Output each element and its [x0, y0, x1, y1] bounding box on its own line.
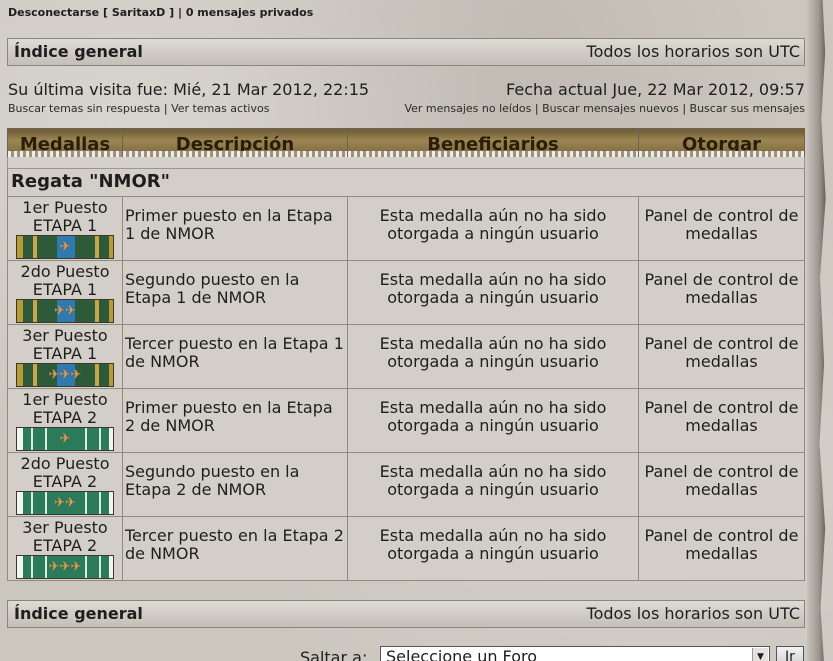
header-medallas: Medallas: [7, 128, 123, 158]
award-link[interactable]: Panel de control de medallas: [645, 206, 799, 243]
medal-beneficiaries: Esta medalla aún no ha sido otorgada a n…: [347, 324, 639, 389]
medal-ribbon-icon: ✈✈: [16, 299, 114, 323]
medal-beneficiaries: Esta medalla aún no ha sido otorgada a n…: [347, 196, 639, 261]
medal-name: 2do Puesto ETAPA 2: [20, 454, 110, 491]
logout-link[interactable]: Desconectarse [ SaritaxD ]: [8, 6, 174, 19]
award-link[interactable]: Panel de control de medallas: [645, 334, 799, 371]
table-row: 1er Puesto ETAPA 2 ✈ Primer puesto en la …: [7, 388, 805, 453]
table-row: 3er Puesto ETAPA 1 ✈✈✈ Tercer puesto en l…: [7, 324, 805, 389]
current-date: Fecha actual Jue, 22 Mar 2012, 09:57: [506, 80, 805, 99]
medal-beneficiaries: Esta medalla aún no ha sido otorgada a n…: [347, 516, 639, 581]
medal-ribbon-icon: ✈✈✈: [16, 555, 114, 579]
header-beneficiarios: Beneficiarios: [347, 128, 639, 158]
medal-ribbon-icon: ✈✈: [16, 491, 114, 515]
timezone-text: Todos los horarios son UTC: [586, 42, 800, 61]
go-button[interactable]: Ir: [776, 646, 804, 661]
forum-select-value: Seleccione un Foro: [386, 647, 537, 661]
medal-description: Primer puesto en la Etapa 1 de NMOR: [122, 196, 348, 261]
timezone-text: Todos los horarios son UTC: [586, 604, 800, 623]
header-otorgar: Otorgar: [638, 128, 805, 158]
navbar-bottom: Índice general Todos los horarios son UT…: [7, 600, 805, 628]
medal-ribbon-icon: ✈: [16, 235, 114, 259]
medal-description: Segundo puesto en la Etapa 2 de NMOR: [122, 452, 348, 517]
medal-description: Primer puesto en la Etapa 2 de NMOR: [122, 388, 348, 453]
index-link[interactable]: Índice general: [14, 601, 143, 627]
table-row: 2do Puesto ETAPA 2 ✈✈ Segundo puesto en l…: [7, 452, 805, 517]
last-visit: Su última visita fue: Mié, 21 Mar 2012, …: [8, 80, 370, 99]
new-posts-link[interactable]: Buscar mensajes nuevos: [542, 102, 679, 115]
medals-table: Medallas Descripción Beneficiarios Otorg…: [7, 128, 805, 581]
medal-name: 3er Puesto ETAPA 1: [22, 326, 108, 363]
medal-description: Tercer puesto en la Etapa 2 de NMOR: [122, 516, 348, 581]
chevron-down-icon[interactable]: ▼: [752, 648, 768, 661]
user-bar: Desconectarse [ SaritaxD ] | 0 mensajes …: [8, 6, 313, 19]
award-link[interactable]: Panel de control de medallas: [645, 270, 799, 307]
unanswered-topics-link[interactable]: Buscar temas sin respuesta: [8, 102, 160, 115]
medal-name: 2do Puesto ETAPA 1: [20, 262, 110, 299]
unread-posts-link[interactable]: Ver mensajes no leídos: [404, 102, 531, 115]
own-posts-link[interactable]: Buscar sus mensajes: [690, 102, 805, 115]
jump-label: Saltar a:: [300, 648, 368, 661]
forum-select[interactable]: Seleccione un Foro ▼: [380, 646, 770, 661]
active-topics-link[interactable]: Ver temas activos: [171, 102, 269, 115]
table-row: 1er Puesto ETAPA 1 ✈ Primer puesto en la …: [7, 196, 805, 261]
award-link[interactable]: Panel de control de medallas: [645, 462, 799, 499]
award-link[interactable]: Panel de control de medallas: [645, 398, 799, 435]
header-descripcion: Descripción: [122, 128, 348, 158]
medal-name: 1er Puesto ETAPA 1: [22, 198, 108, 235]
index-link[interactable]: Índice general: [14, 39, 143, 65]
table-row: 2do Puesto ETAPA 1 ✈✈ Segundo puesto en l…: [7, 260, 805, 325]
medal-beneficiaries: Esta medalla aún no ha sido otorgada a n…: [347, 388, 639, 453]
medal-ribbon-icon: ✈✈✈: [16, 363, 114, 387]
medal-description: Segundo puesto en la Etapa 1 de NMOR: [122, 260, 348, 325]
medal-beneficiaries: Esta medalla aún no ha sido otorgada a n…: [347, 452, 639, 517]
separator: |: [174, 6, 186, 19]
medal-description: Tercer puesto en la Etapa 1 de NMOR: [122, 324, 348, 389]
award-link[interactable]: Panel de control de medallas: [645, 526, 799, 563]
medal-name: 3er Puesto ETAPA 2: [22, 518, 108, 555]
navbar-top: Índice general Todos los horarios son UT…: [7, 38, 805, 66]
private-messages-link[interactable]: 0 mensajes privados: [186, 6, 313, 19]
medal-ribbon-icon: ✈: [16, 427, 114, 451]
medal-name: 1er Puesto ETAPA 2: [22, 390, 108, 427]
spacer-row: [7, 156, 805, 169]
table-row: 3er Puesto ETAPA 2 ✈✈✈ Tercer puesto en l…: [7, 516, 805, 581]
category-title: Regata "NMOR": [7, 168, 805, 197]
medal-beneficiaries: Esta medalla aún no ha sido otorgada a n…: [347, 260, 639, 325]
